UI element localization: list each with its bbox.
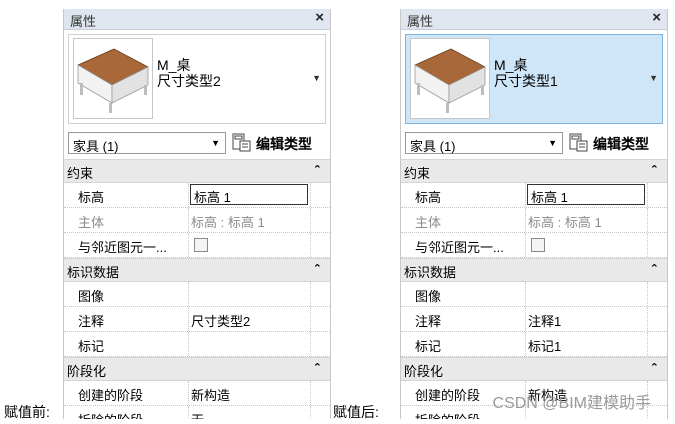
chevron-down-icon[interactable]: ▼ — [312, 73, 321, 83]
comments-field[interactable]: 尺寸类型2 — [191, 311, 250, 330]
type-size: 尺寸类型1 — [494, 73, 558, 89]
type-name: M_桌 尺寸类型2 — [157, 57, 221, 89]
chevron-down-icon: ▼ — [548, 138, 557, 148]
move-with-nearby-checkbox[interactable] — [194, 238, 208, 252]
type-family: M_桌 — [157, 57, 191, 73]
type-size: 尺寸类型2 — [157, 73, 221, 89]
section-constraints[interactable]: 约束 ⌃ — [401, 159, 667, 183]
table-row: 注释 尺寸类型2 — [64, 307, 330, 332]
table-row: 创建的阶段 新构造 — [64, 381, 330, 406]
category-value: 家具 (1) — [410, 139, 456, 154]
level-field[interactable]: 标高 1 — [190, 184, 308, 205]
table-row: 拆除的阶段无 — [64, 406, 330, 419]
mark-field[interactable]: 标记1 — [528, 336, 561, 355]
after-caption: 赋值后: — [333, 404, 379, 420]
table-row: 主体 标高 : 标高 1 — [64, 208, 330, 233]
section-identity-data[interactable]: 标识数据 ⌃ — [401, 258, 667, 282]
table-row: 与邻近图元一... — [401, 233, 667, 258]
table-thumbnail-icon — [410, 38, 490, 119]
comments-field[interactable]: 注释1 — [528, 311, 561, 330]
collapse-icon[interactable]: ⌃ — [650, 163, 659, 176]
before-caption: 赋值前: — [4, 404, 50, 420]
panel-title: 属性 — [407, 14, 434, 29]
level-field[interactable]: 标高 1 — [527, 184, 645, 205]
edit-type-icon — [569, 133, 588, 152]
panel-titlebar: 属性 × — [64, 9, 330, 30]
edit-type-icon — [232, 133, 251, 152]
edit-type-label: 编辑类型 — [256, 136, 312, 152]
chevron-down-icon[interactable]: ▼ — [649, 73, 658, 83]
move-with-nearby-checkbox[interactable] — [531, 238, 545, 252]
table-row: 标高 标高 1 — [401, 183, 667, 208]
type-family: M_桌 — [494, 57, 528, 73]
collapse-icon[interactable]: ⌃ — [313, 163, 322, 176]
type-name: M_桌 尺寸类型1 — [494, 57, 558, 89]
table-row: 标高 标高 1 — [64, 183, 330, 208]
properties-grid: 约束 ⌃ 标高 标高 1 主体 标高 : 标高 1 与邻近图元一... 标识数据 ⌃ 图… — [401, 159, 667, 419]
section-constraints[interactable]: 约束 ⌃ — [64, 159, 330, 183]
category-filter-select[interactable]: 家具 (1) ▼ — [68, 132, 226, 154]
table-row: 注释 注释1 — [401, 307, 667, 332]
close-icon[interactable]: × — [315, 9, 324, 26]
section-identity-data[interactable]: 标识数据 ⌃ — [64, 258, 330, 282]
table-row: 图像 — [401, 282, 667, 307]
collapse-icon[interactable]: ⌃ — [650, 262, 659, 275]
type-selector[interactable]: M_桌 尺寸类型1 ▼ — [405, 34, 663, 124]
close-icon[interactable]: × — [652, 9, 661, 26]
section-phasing[interactable]: 阶段化 ⌃ — [401, 357, 667, 381]
panel-titlebar: 属性 × — [401, 9, 667, 30]
collapse-icon[interactable]: ⌃ — [313, 361, 322, 374]
chevron-down-icon: ▼ — [211, 138, 220, 148]
type-selector[interactable]: M_桌 尺寸类型2 ▼ — [68, 34, 326, 124]
category-filter-select[interactable]: 家具 (1) ▼ — [405, 132, 563, 154]
table-row: 主体 标高 : 标高 1 — [401, 208, 667, 233]
table-row: 与邻近图元一... — [64, 233, 330, 258]
table-row: 图像 — [64, 282, 330, 307]
properties-grid: 约束 ⌃ 标高 标高 1 主体 标高 : 标高 1 与邻近图元一... 标识数据 ⌃ 图… — [64, 159, 330, 419]
watermark: CSDN @BIM建模助手 — [492, 395, 651, 412]
table-row: 标记 标记1 — [401, 332, 667, 357]
properties-panel-before: 属性 × M_桌 尺寸类型2 ▼ 家具 (1) ▼ 编辑类型 约束 ⌃ 标高 标… — [63, 9, 331, 419]
table-thumbnail-icon — [73, 38, 153, 119]
edit-type-label: 编辑类型 — [593, 136, 649, 152]
category-value: 家具 (1) — [73, 139, 119, 154]
table-row: 标记 — [64, 332, 330, 357]
collapse-icon[interactable]: ⌃ — [313, 262, 322, 275]
section-phasing[interactable]: 阶段化 ⌃ — [64, 357, 330, 381]
collapse-icon[interactable]: ⌃ — [650, 361, 659, 374]
properties-panel-after: 属性 × M_桌 尺寸类型1 ▼ 家具 (1) ▼ 编辑类型 约束 ⌃ 标高 标… — [400, 9, 668, 419]
panel-title: 属性 — [70, 14, 97, 29]
